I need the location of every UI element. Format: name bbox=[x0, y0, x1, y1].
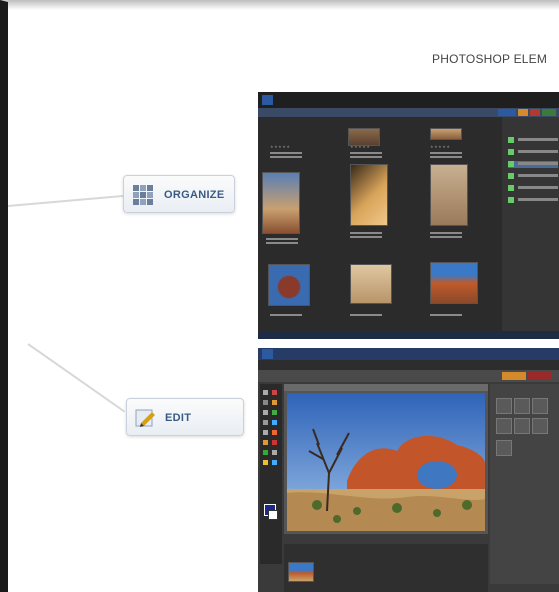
file-meta bbox=[270, 314, 302, 316]
tag-icon bbox=[508, 161, 514, 167]
tool-icon bbox=[263, 460, 268, 465]
tool-icon bbox=[263, 450, 268, 455]
page-title: PHOTOSHOP ELEM bbox=[432, 52, 548, 66]
tool-icon bbox=[263, 390, 268, 395]
rating-stars: ★★★★★ bbox=[350, 144, 371, 149]
photo-bin bbox=[284, 544, 488, 592]
effect-thumbnail bbox=[514, 398, 530, 414]
file-meta bbox=[430, 152, 462, 154]
file-meta bbox=[430, 314, 462, 316]
pencil-icon bbox=[135, 409, 155, 427]
tool-icon bbox=[263, 400, 268, 405]
organize-label: ORGANIZE bbox=[164, 189, 225, 201]
tab-create bbox=[530, 109, 540, 116]
organizer-statusbar bbox=[258, 331, 559, 339]
editor-document bbox=[284, 384, 488, 534]
effect-thumbnail bbox=[532, 398, 548, 414]
photo-thumbnail bbox=[288, 562, 314, 582]
edit-label: EDIT bbox=[165, 412, 192, 424]
file-meta bbox=[350, 232, 382, 234]
file-meta bbox=[430, 156, 462, 158]
tab-create bbox=[528, 372, 552, 380]
tag-icon bbox=[508, 185, 514, 191]
tab-fix bbox=[518, 109, 528, 116]
item-text bbox=[518, 138, 558, 141]
tab-organize bbox=[498, 109, 516, 116]
app-logo-icon bbox=[262, 95, 273, 105]
tag-icon bbox=[508, 137, 514, 143]
tool-icon bbox=[263, 420, 268, 425]
side-panel-item bbox=[508, 137, 558, 144]
editor-effects-panel bbox=[490, 384, 559, 584]
item-text bbox=[518, 198, 558, 201]
tool-icon bbox=[272, 400, 277, 405]
file-meta bbox=[266, 238, 298, 240]
tag-icon bbox=[508, 173, 514, 179]
effect-thumbnail bbox=[496, 398, 512, 414]
tool-icon bbox=[272, 460, 277, 465]
editor-toolbox bbox=[260, 384, 282, 564]
tool-icon bbox=[272, 430, 277, 435]
tool-icon bbox=[263, 430, 268, 435]
side-panel-item bbox=[508, 185, 558, 192]
tag-icon bbox=[508, 149, 514, 155]
rating-stars: ★★★★★ bbox=[430, 144, 451, 149]
edit-callout: EDIT bbox=[126, 398, 244, 436]
file-meta bbox=[270, 152, 302, 154]
side-panel-item bbox=[508, 173, 558, 180]
organize-callout: ORGANIZE bbox=[123, 175, 235, 213]
rating-stars: ★★★★★ bbox=[270, 144, 291, 149]
file-meta bbox=[270, 156, 302, 158]
item-text bbox=[518, 150, 558, 153]
organizer-tabs bbox=[498, 108, 559, 117]
file-meta bbox=[350, 236, 382, 238]
photo-thumbnail bbox=[430, 164, 468, 226]
side-panel-item bbox=[508, 197, 558, 204]
tool-icon bbox=[263, 410, 268, 415]
item-text bbox=[518, 186, 558, 189]
file-meta bbox=[350, 156, 382, 158]
app-logo-icon bbox=[262, 349, 273, 359]
organizer-menubar bbox=[258, 92, 559, 108]
organizer-side-panel bbox=[502, 117, 559, 339]
tool-icon bbox=[272, 390, 277, 395]
item-text bbox=[518, 162, 558, 165]
tool-icon bbox=[263, 440, 268, 445]
side-panel-item bbox=[508, 161, 558, 168]
editor-screenshot bbox=[258, 348, 559, 592]
photo-thumbnail bbox=[350, 264, 392, 304]
tool-icon bbox=[272, 420, 277, 425]
photo-thumbnail bbox=[430, 128, 462, 140]
color-swatch-icon bbox=[268, 510, 278, 520]
file-meta bbox=[430, 232, 462, 234]
photo-thumbnail bbox=[268, 264, 310, 306]
tool-icon bbox=[272, 440, 277, 445]
top-border bbox=[8, 0, 559, 10]
photo-canvas bbox=[287, 393, 485, 531]
file-meta bbox=[266, 242, 298, 244]
effect-thumbnail bbox=[496, 440, 512, 456]
photo-thumbnail bbox=[262, 172, 300, 234]
effect-thumbnail bbox=[514, 418, 530, 434]
side-panel-item bbox=[508, 149, 558, 156]
tab-edit bbox=[502, 372, 526, 380]
editor-menubar bbox=[258, 360, 559, 370]
item-text bbox=[518, 174, 558, 177]
editor-titlebar bbox=[258, 348, 559, 360]
grid-icon bbox=[133, 185, 153, 205]
photo-thumbnail bbox=[430, 262, 478, 304]
effect-thumbnail bbox=[496, 418, 512, 434]
tab-share bbox=[542, 109, 556, 116]
editor-optionsbar bbox=[258, 370, 559, 382]
effect-thumbnail bbox=[532, 418, 548, 434]
tool-icon bbox=[272, 410, 277, 415]
photo-thumbnail bbox=[350, 164, 388, 226]
tag-icon bbox=[508, 197, 514, 203]
file-meta bbox=[350, 314, 382, 316]
document-tab bbox=[284, 384, 488, 391]
file-meta bbox=[350, 152, 382, 154]
file-meta bbox=[430, 236, 462, 238]
organizer-screenshot: ★★★★★ ★★★★★ ★★★★★ bbox=[258, 92, 559, 339]
tool-icon bbox=[272, 450, 277, 455]
